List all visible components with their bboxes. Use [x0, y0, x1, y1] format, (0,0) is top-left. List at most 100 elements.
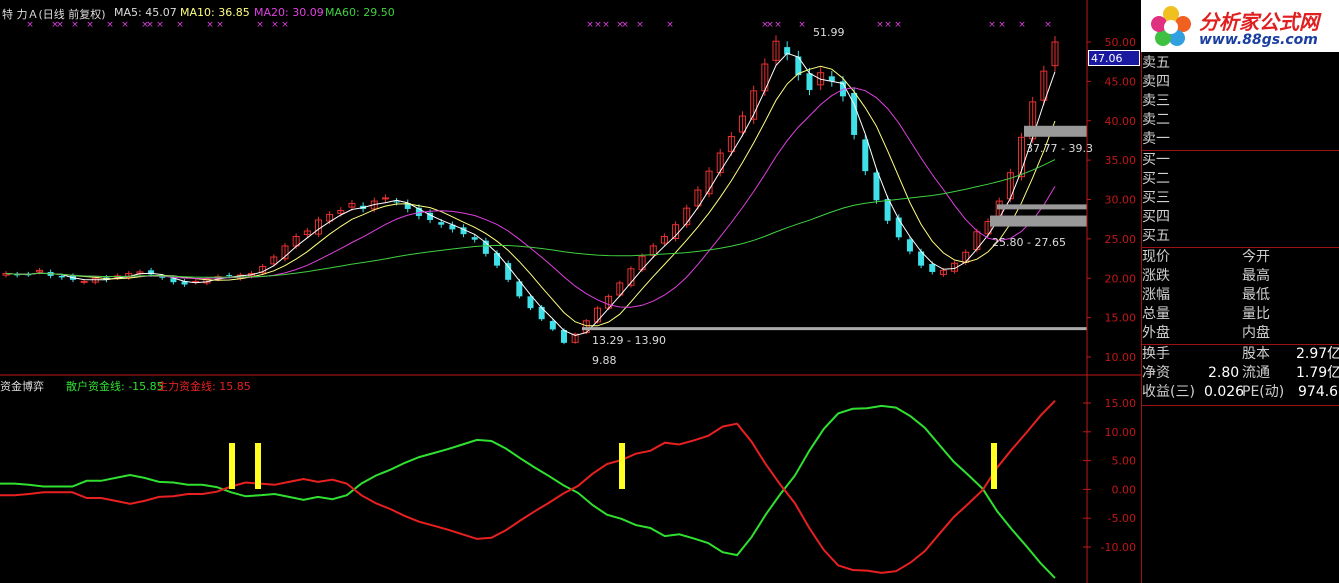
retail-line-label: 散户资金线: -15.85: [66, 380, 164, 393]
price-tick-label: 40.00: [1105, 115, 1137, 128]
net-asset-label: 净资: [1142, 365, 1170, 381]
indicator-name: 资金博弈: [0, 380, 44, 393]
candle-body-down: [906, 239, 913, 252]
candle-body-down: [873, 172, 880, 201]
retail-fund-line: [0, 404, 1056, 579]
signal-marker: ×: [156, 20, 164, 30]
sell-3: 卖三: [1142, 93, 1170, 109]
change-label: 涨跌: [1142, 268, 1170, 284]
candle-body-down: [58, 275, 65, 278]
candle-body-down: [929, 263, 936, 272]
candle-body-down: [549, 320, 556, 330]
flower-logo-icon: [1151, 6, 1191, 46]
band-high: [1024, 125, 1087, 137]
sell-1: 卖一: [1142, 131, 1170, 147]
signal-bar: [255, 443, 261, 489]
signal-marker: ×: [774, 20, 782, 30]
site-logo: 分析家公式网 www.88gs.com: [1141, 0, 1339, 52]
candle-body-down: [895, 217, 902, 238]
signal-marker: ×: [894, 20, 902, 30]
buy-3: 买三: [1142, 190, 1170, 206]
candle-body-down: [806, 73, 813, 91]
candle-body-up: [381, 197, 389, 200]
indicator-tick-label: 0.00: [1112, 483, 1137, 496]
vol-ratio-label: 量比: [1242, 306, 1270, 322]
indicator-tick-label: 5.00: [1112, 455, 1137, 468]
price-tick-label: 10.00: [1105, 351, 1137, 364]
inner-label: 内盘: [1242, 325, 1270, 341]
outer-label: 外盘: [1142, 325, 1170, 341]
candle-body-down: [538, 306, 545, 320]
band-mid: [990, 215, 1087, 227]
indicator-tick-label: 15.00: [1105, 397, 1137, 410]
signal-bar: [619, 443, 625, 489]
quote-panel: 卖五 卖四 卖三 卖二 卖一 买一 买二 买三 买四 买五 现价 涨跌 涨幅 总…: [1141, 0, 1339, 583]
candle-body-down: [527, 296, 534, 309]
candle-body-down: [494, 252, 501, 266]
range-label-low: 13.29 - 13.90: [592, 334, 666, 347]
indicator-tick-label: -5.00: [1108, 512, 1136, 525]
float-label: 流通: [1242, 365, 1270, 381]
band-mid-2: [997, 204, 1087, 210]
signal-marker: ×: [666, 20, 674, 30]
price-tick-label: 30.00: [1105, 194, 1137, 207]
signal-marker: ×: [636, 20, 644, 30]
volume-label: 总量: [1142, 306, 1170, 322]
signal-marker: ×: [146, 20, 154, 30]
ma10-label: MA10: 36.85: [180, 6, 250, 19]
signal-marker: ×: [798, 20, 806, 30]
low-label: 最低: [1242, 287, 1270, 303]
range-label-high: 37.77 - 39.3: [1026, 142, 1093, 155]
signal-marker: ×: [586, 20, 594, 30]
main-fund-line: [0, 400, 1056, 574]
candle-body-down: [851, 92, 858, 135]
sell-5: 卖五: [1142, 55, 1170, 71]
change-pct-label: 涨幅: [1142, 287, 1170, 303]
signal-marker: ×: [106, 20, 114, 30]
signal-bar: [229, 443, 235, 489]
price-tick-label: 45.00: [1105, 75, 1137, 88]
logo-url: www.88gs.com: [1199, 32, 1318, 48]
signal-marker: ×: [121, 20, 129, 30]
signal-marker: ×: [1044, 20, 1052, 30]
chart-title: 特 力Ａ(日线 前复权): [2, 8, 106, 21]
high-label: 最高: [1242, 268, 1270, 284]
signal-marker: ×: [602, 20, 610, 30]
buy-2: 买二: [1142, 171, 1170, 187]
price-label: 现价: [1142, 249, 1170, 265]
signal-marker: ×: [256, 20, 264, 30]
candle-body-up: [80, 280, 88, 283]
ma20-label: MA20: 30.09: [254, 6, 324, 19]
current-price-tag: 47.06: [1088, 50, 1140, 66]
candle-body-down: [438, 222, 445, 225]
ma5-label: MA5: 45.07: [114, 6, 177, 19]
signal-marker: ×: [766, 20, 774, 30]
logo-title: 分析家公式网: [1199, 10, 1319, 34]
signal-marker: ×: [988, 20, 996, 30]
candle-body-down: [862, 139, 869, 172]
signal-marker: ×: [281, 20, 289, 30]
eps-value: 0.026: [1204, 384, 1245, 400]
float-value: 1.79亿: [1296, 365, 1339, 381]
ma5-line: [5, 52, 1056, 337]
range-label-mid: 25.80 - 27.65: [992, 236, 1066, 249]
buy-1: 买一: [1142, 152, 1170, 168]
price-tick-label: 50.00: [1105, 36, 1137, 49]
indicator-tick-label: -10.00: [1101, 541, 1136, 554]
price-tick-label: 15.00: [1105, 312, 1137, 325]
candle-body-down: [471, 237, 478, 240]
pe-value: 974.6: [1298, 384, 1339, 400]
share-capital-label: 股本: [1242, 346, 1270, 362]
eps-label: 收益(三): [1142, 384, 1195, 400]
price-tick-label: 20.00: [1105, 272, 1137, 285]
signal-bar: [991, 443, 997, 489]
signal-marker: ×: [998, 20, 1006, 30]
buy-4: 买四: [1142, 209, 1170, 225]
low-marker-label: 9.88: [592, 354, 617, 367]
signal-marker: ×: [621, 20, 629, 30]
price-tick-label: 35.00: [1105, 154, 1137, 167]
high-marker-label: 51.99: [813, 26, 845, 39]
signal-marker: ×: [1018, 20, 1026, 30]
signal-marker: ×: [216, 20, 224, 30]
signal-marker: ×: [206, 20, 214, 30]
